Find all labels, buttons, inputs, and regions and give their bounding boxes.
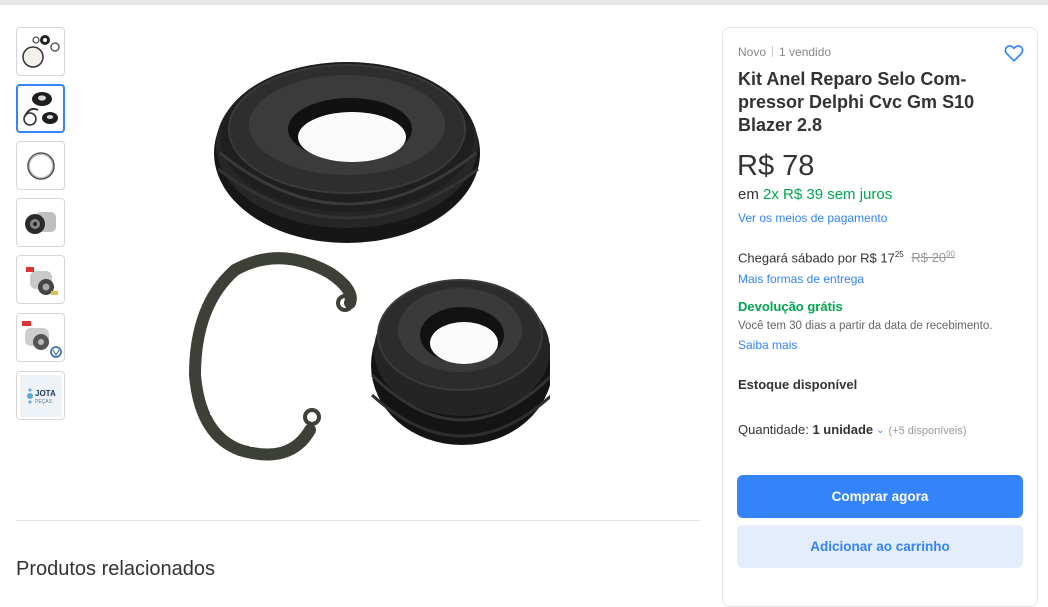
chevron-down-icon: ⌄ — [876, 425, 885, 436]
small-seal-graphic — [370, 279, 550, 445]
retaining-ring-graphic — [188, 252, 357, 461]
thumbnail-compressor-front[interactable] — [16, 198, 65, 247]
more-shipping-options-link[interactable]: Mais formas de entrega — [738, 272, 864, 286]
product-title: Kit Anel Reparo Selo Com-pressor Delphi … — [738, 69, 975, 135]
installments-prefix: em — [738, 186, 759, 203]
compressor-vw-image — [21, 320, 62, 358]
buy-box: Novo 1 vendido Kit Anel Reparo Selo Com-p… — [722, 27, 1038, 607]
payment-methods-link[interactable]: Ver os meios de pagamento — [738, 211, 887, 225]
subtitle-separator — [772, 46, 774, 57]
shipping-old-price: R$ 2090 — [911, 250, 955, 265]
thumbnail-seals-and-rings[interactable] — [16, 84, 65, 133]
ring-image — [26, 151, 55, 180]
compressor-front-image — [24, 211, 56, 234]
learn-more-link[interactable]: Saiba mais — [738, 338, 797, 352]
kit-overview-image — [21, 34, 60, 68]
product-subtitle: Novo 1 vendido — [738, 45, 831, 59]
quantity-selector[interactable]: Quantidade: 1 unidade ⌄ (+5 disponíveis) — [738, 422, 967, 437]
shipping-old-cents: 90 — [946, 250, 955, 259]
quantity-value: 1 unidade — [812, 422, 874, 437]
brand-logo-image: JOTA PEÇAS — [19, 374, 62, 417]
shipping-old-amount: R$ 20 — [911, 250, 947, 266]
compressor-side-image — [25, 266, 58, 295]
thumbnail-kit-overview[interactable] — [16, 27, 65, 76]
heart-icon[interactable] — [1003, 42, 1025, 64]
large-seal-graphic — [214, 62, 480, 243]
add-to-cart-button[interactable]: Adicionar ao carrinho — [737, 525, 1023, 568]
seals-and-rings-image — [22, 91, 58, 126]
product-price: R$ 78 — [737, 150, 815, 182]
buy-now-button[interactable]: Comprar agora — [737, 475, 1023, 518]
section-divider — [16, 520, 701, 521]
svg-text:PEÇAS: PEÇAS — [35, 399, 53, 405]
sold-count: 1 vendido — [779, 45, 832, 59]
svg-text:JOTA: JOTA — [35, 389, 56, 398]
stock-status: Estoque disponível — [738, 377, 858, 392]
shipping-info: Chegará sábado por R$ 1725 R$ 2090 — [738, 250, 955, 265]
thumbnail-ring[interactable] — [16, 141, 65, 190]
main-product-image — [188, 62, 550, 461]
thumbnail-brand-logo[interactable]: JOTA PEÇAS — [16, 371, 65, 420]
free-returns-title: Devolução grátis — [738, 299, 843, 314]
free-returns-text: Você tem 30 dias a partir da data de rec… — [738, 320, 993, 332]
thumbnail-compressor-vw[interactable] — [16, 313, 65, 362]
quantity-available: (+5 disponíveis) — [888, 425, 967, 437]
quantity-label: Quantidade: — [738, 422, 809, 437]
shipping-text: Chegará sábado por R$ 17 — [738, 250, 895, 266]
installments-info: em 2x R$ 39 sem juros — [738, 186, 892, 203]
installments-value: 2x R$ 39 sem juros — [763, 186, 893, 203]
shipping-cents: 25 — [894, 250, 904, 259]
thumbnail-compressor-side[interactable] — [16, 255, 65, 304]
condition-label: Novo — [738, 45, 767, 59]
related-products-title: Produtos relacionados — [16, 558, 216, 580]
top-bar — [0, 0, 1048, 5]
